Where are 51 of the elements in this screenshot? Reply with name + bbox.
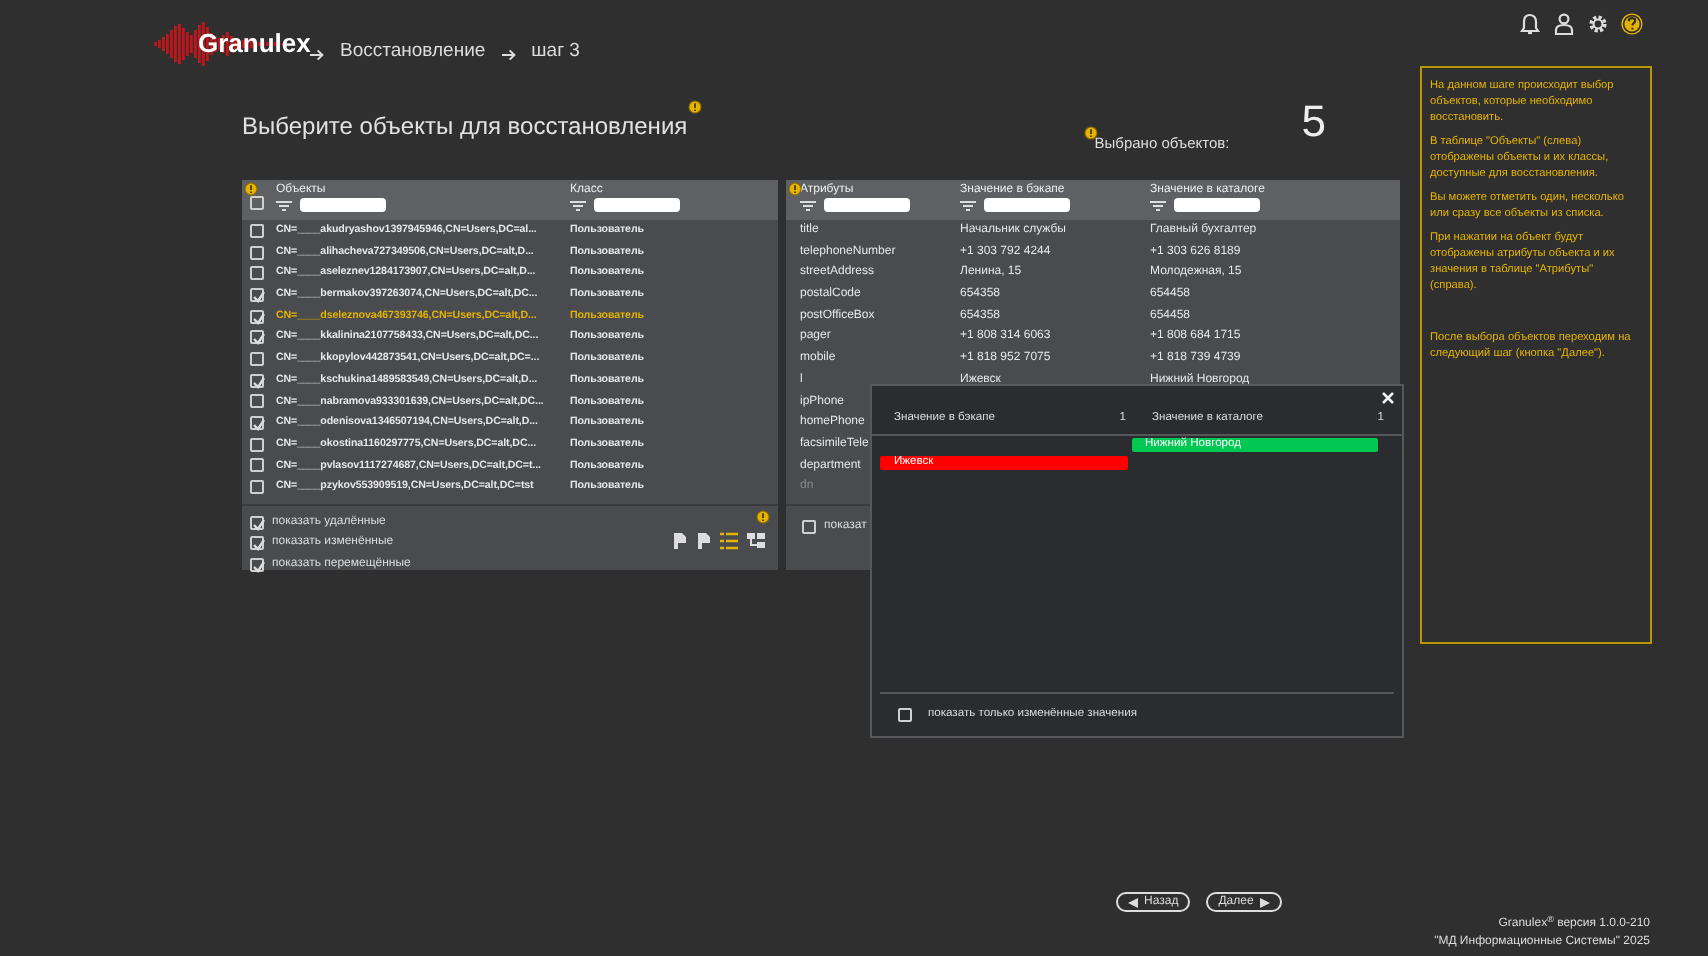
filter-field[interactable]	[984, 198, 1070, 212]
filter-icon[interactable]	[276, 199, 292, 211]
checkbox[interactable]	[250, 330, 264, 345]
checkbox[interactable]	[250, 480, 264, 495]
checkbox[interactable]	[250, 287, 264, 302]
warning-icon	[244, 182, 258, 196]
document-icon[interactable]	[672, 531, 688, 550]
bell-icon[interactable]	[1518, 12, 1542, 36]
checkbox[interactable]	[250, 394, 264, 409]
breadcrumb-item: шаг 3	[531, 38, 580, 66]
user-icon[interactable]	[1552, 12, 1576, 36]
checkbox[interactable]	[898, 708, 912, 723]
document-icon[interactable]	[696, 531, 712, 550]
filter-icon[interactable]	[1150, 199, 1166, 211]
filter-icon[interactable]	[960, 199, 976, 211]
checkbox[interactable]	[250, 373, 264, 388]
checkbox[interactable]	[250, 458, 264, 473]
warning-icon	[788, 182, 802, 196]
triangle-icon	[1259, 897, 1270, 907]
filter-field[interactable]	[594, 198, 680, 212]
checkbox[interactable]	[250, 351, 264, 366]
tree-icon[interactable]	[746, 531, 766, 550]
checkbox[interactable]	[250, 309, 264, 324]
breadcrumb-item[interactable]: Восстановление	[340, 38, 486, 68]
warning-icon	[756, 509, 770, 524]
checkbox[interactable]	[250, 195, 264, 209]
help-icon[interactable]	[1620, 12, 1644, 36]
checkbox[interactable]	[250, 437, 264, 452]
checkbox[interactable]	[250, 266, 264, 281]
list-icon[interactable]	[720, 531, 738, 550]
checkbox[interactable]	[250, 515, 264, 530]
checkbox[interactable]	[250, 223, 264, 238]
checkbox[interactable]	[802, 519, 816, 534]
warning-icon	[1084, 126, 1099, 140]
arrow-icon	[310, 48, 324, 62]
arrow-icon	[501, 48, 516, 62]
checkbox[interactable]	[250, 416, 264, 431]
filter-icon[interactable]	[800, 199, 816, 211]
settings-icon[interactable]	[1586, 12, 1610, 36]
checkbox[interactable]	[250, 245, 264, 260]
warning-icon	[687, 100, 702, 114]
checkbox[interactable]	[250, 557, 264, 572]
filter-icon[interactable]	[570, 199, 586, 211]
filter-field[interactable]	[300, 198, 386, 212]
page-title: Выберите объекты для восстановления	[242, 110, 688, 144]
selected-count: 5	[1301, 98, 1326, 150]
triangle-icon	[1128, 897, 1138, 907]
close-icon[interactable]	[1382, 392, 1394, 404]
checkbox[interactable]	[250, 536, 264, 551]
filter-field[interactable]	[824, 198, 910, 212]
filter-field[interactable]	[1174, 198, 1260, 212]
